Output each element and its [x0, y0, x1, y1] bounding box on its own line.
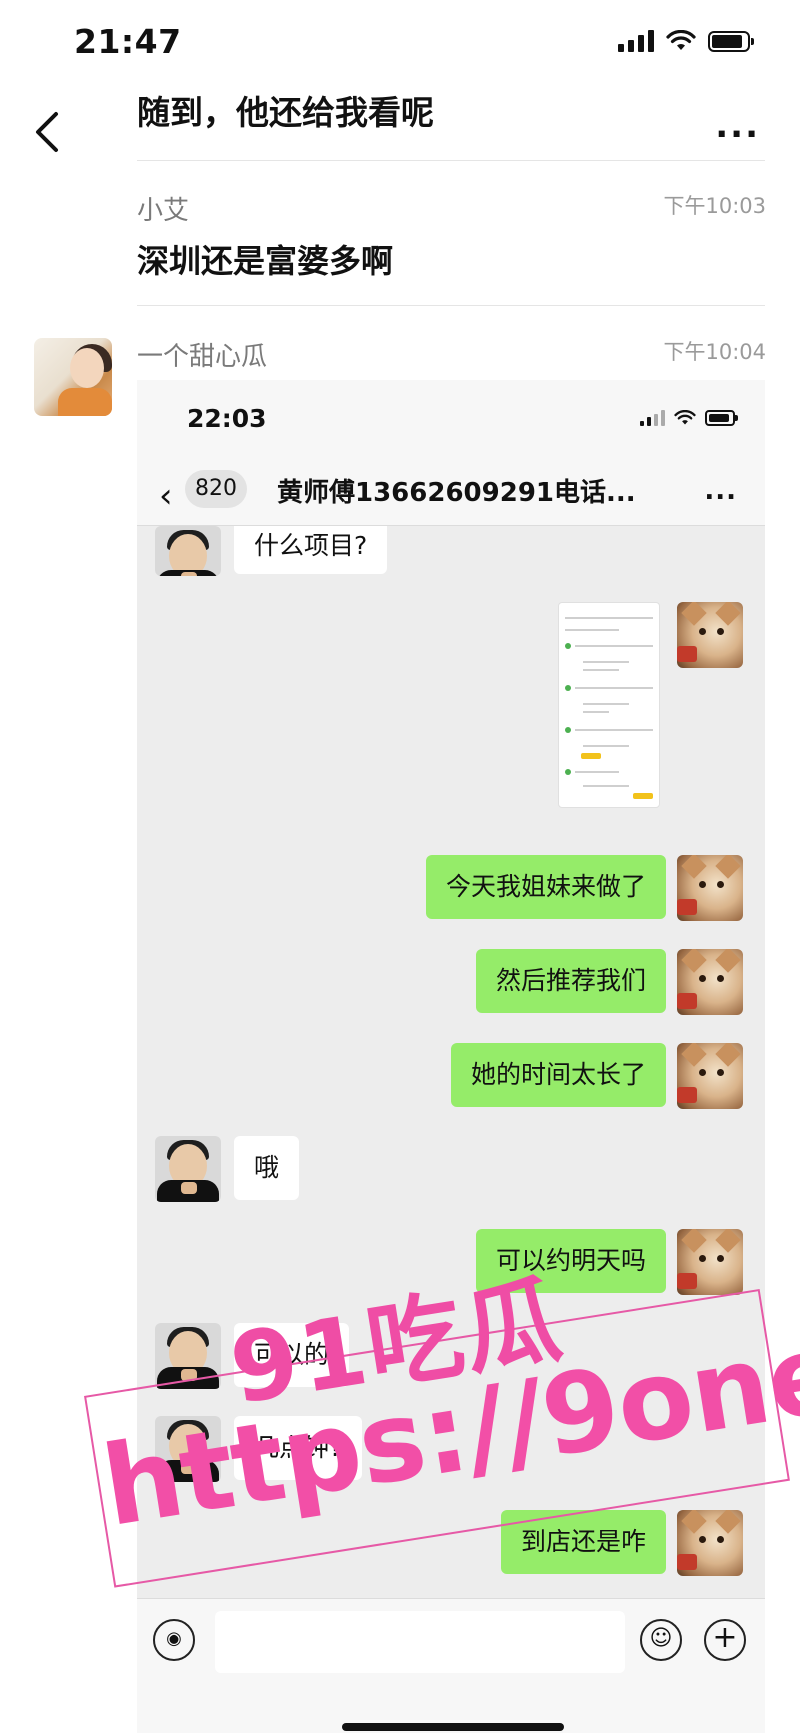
embedded-status-time: 22:03	[187, 404, 267, 433]
embedded-chat-title: 黄师傅13662609291电话...	[277, 478, 636, 508]
chat-bubble-right: 然后推荐我们	[475, 949, 666, 1013]
message-sender: 一个甜心瓜	[137, 342, 268, 372]
avatar	[677, 1510, 743, 1576]
status-bar-time: 21:47	[74, 22, 182, 61]
avatar	[677, 1229, 743, 1295]
message-time: 下午10:03	[663, 194, 766, 218]
message-text: 深圳还是富婆多啊	[137, 242, 394, 280]
voice-icon: ◉	[153, 1619, 195, 1661]
embedded-back-icon: ‹	[159, 476, 173, 516]
more-options-button[interactable]: ...	[715, 109, 760, 143]
avatar	[155, 1416, 221, 1482]
chat-bubble-left: 可以的	[234, 1323, 350, 1387]
status-bar-icons	[618, 30, 754, 52]
message-time: 下午10:04	[663, 340, 766, 364]
chat-image-thumbnail	[558, 602, 660, 808]
signal-icon	[640, 410, 665, 426]
chat-bubble-left: 什么项目?	[234, 526, 388, 574]
embedded-more-icon: ...	[704, 476, 737, 506]
wifi-icon	[674, 410, 696, 425]
chat-bubble-right: 到店还是咋	[500, 1510, 666, 1574]
embedded-text-input	[215, 1611, 625, 1673]
divider	[137, 305, 765, 306]
avatar	[155, 1136, 221, 1202]
wifi-icon	[666, 30, 696, 50]
emoji-icon: ☺	[640, 1619, 682, 1661]
divider	[137, 160, 765, 161]
plus-icon: +	[704, 1619, 746, 1661]
chat-bubble-left: 哦	[234, 1136, 300, 1200]
avatar	[677, 602, 743, 668]
avatar	[677, 855, 743, 921]
unread-count-badge: 820	[185, 470, 247, 508]
message-image-screenshot[interactable]: 22:03 ‹ 820 黄师傅13662609291电话... ... 什么项目…	[137, 380, 765, 1733]
avatar	[677, 1043, 743, 1109]
home-indicator	[342, 1723, 564, 1731]
chat-bubble-right: 可以约明天吗	[475, 1229, 666, 1293]
battery-icon	[708, 30, 754, 52]
back-chevron-icon[interactable]	[28, 108, 68, 156]
embedded-status-icons	[640, 410, 738, 426]
chat-bubble-right: 她的时间太长了	[450, 1043, 666, 1107]
chat-bubble-left: 几点钟?	[234, 1416, 363, 1480]
avatar	[155, 526, 221, 576]
signal-icon	[618, 30, 654, 52]
avatar	[677, 949, 743, 1015]
battery-icon	[705, 410, 738, 426]
page-title: 随到，他还给我看呢	[137, 93, 434, 132]
embedded-input-bar: ◉ ☺ +	[137, 1598, 765, 1733]
avatar	[155, 1323, 221, 1389]
avatar[interactable]	[34, 338, 112, 416]
message-sender: 小艾	[137, 196, 190, 226]
chat-bubble-right: 今天我姐妹来做了	[425, 855, 666, 919]
